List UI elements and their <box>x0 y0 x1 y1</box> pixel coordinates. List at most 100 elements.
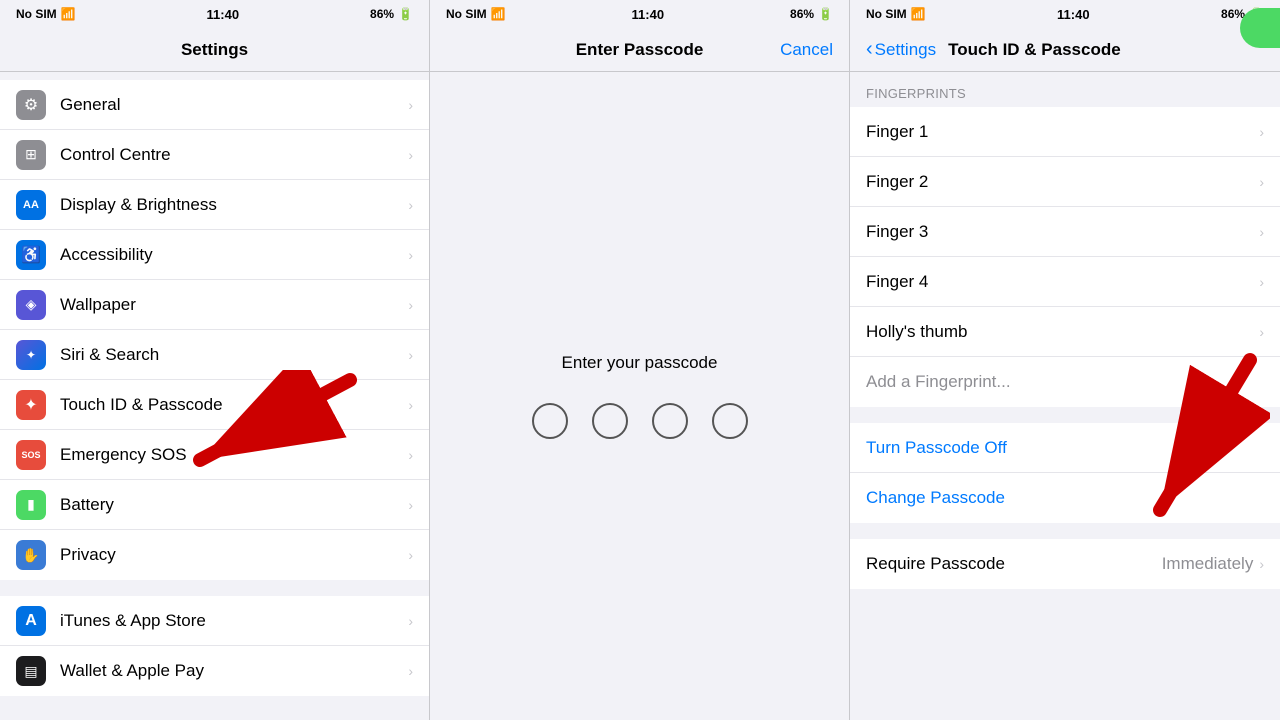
settings-item-accessibility[interactable]: ♿ Accessibility › <box>0 230 429 280</box>
display-label: Display & Brightness <box>60 195 408 215</box>
settings-item-itunes[interactable]: A iTunes & App Store › <box>0 596 429 646</box>
settings-item-sos[interactable]: SOS Emergency SOS › <box>0 430 429 480</box>
status-bar-p1: No SIM 📶 11:40 86% 🔋 <box>0 0 429 28</box>
passcode-dots-row <box>532 403 748 439</box>
settings-item-display[interactable]: AA Display & Brightness › <box>0 180 429 230</box>
settings-item-general[interactable]: ⚙ General › <box>0 80 429 130</box>
touchid-icon: ✦ <box>16 390 46 420</box>
passcode-prompt: Enter your passcode <box>562 353 718 373</box>
chevron-finger4: › <box>1259 274 1264 290</box>
panel3-content: FINGERPRINTS Finger 1 › Finger 2 › Finge… <box>850 72 1280 720</box>
chevron-accessibility: › <box>408 247 413 263</box>
turn-passcode-off-item[interactable]: Turn Passcode Off <box>850 423 1280 473</box>
finger4-label: Finger 4 <box>866 272 1259 292</box>
add-fingerprint-label: Add a Fingerprint... <box>866 372 1011 392</box>
fingerprints-header: FINGERPRINTS <box>850 72 1280 107</box>
status-right-p1: 86% 🔋 <box>370 7 413 21</box>
control-icon: ⊞ <box>16 140 46 170</box>
chevron-finger1: › <box>1259 124 1264 140</box>
green-circle <box>1240 8 1280 48</box>
finger1-label: Finger 1 <box>866 122 1259 142</box>
battery-icon-p2: 🔋 <box>818 7 833 21</box>
require-passcode-value: Immediately <box>1162 554 1254 574</box>
status-time-p3: 11:40 <box>1057 7 1090 22</box>
status-left-p1: No SIM 📶 <box>16 7 76 21</box>
status-time-p1: 11:40 <box>207 7 240 22</box>
list-item-finger3[interactable]: Finger 3 › <box>850 207 1280 257</box>
no-sim-text-p3: No SIM <box>866 7 907 21</box>
privacy-label: Privacy <box>60 545 408 565</box>
nav-bar-p1: Settings <box>0 28 429 72</box>
section-spacer-2 <box>850 523 1280 539</box>
settings-item-wallet[interactable]: ▤ Wallet & Apple Pay › <box>0 646 429 696</box>
settings-item-wallpaper[interactable]: ◈ Wallpaper › <box>0 280 429 330</box>
settings-panel: No SIM 📶 11:40 86% 🔋 Settings ⚙ General … <box>0 0 430 720</box>
status-time-p2: 11:40 <box>632 7 665 22</box>
list-item-add-fingerprint[interactable]: Add a Fingerprint... <box>850 357 1280 407</box>
settings-item-siri[interactable]: ✦ Siri & Search › <box>0 330 429 380</box>
change-passcode-item[interactable]: Change Passcode <box>850 473 1280 523</box>
itunes-icon: A <box>16 606 46 636</box>
status-left-p3: No SIM 📶 <box>866 7 926 21</box>
chevron-finger3: › <box>1259 224 1264 240</box>
fingerprints-list: Finger 1 › Finger 2 › Finger 3 › Finger … <box>850 107 1280 407</box>
itunes-label: iTunes & App Store <box>60 611 408 631</box>
settings-item-privacy[interactable]: ✋ Privacy › <box>0 530 429 580</box>
chevron-wallet: › <box>408 663 413 679</box>
chevron-holly: › <box>1259 324 1264 340</box>
settings-group-1: ⚙ General › ⊞ Control Centre › AA Displa… <box>0 80 429 580</box>
wifi-icon-p2: 📶 <box>491 7 506 21</box>
passcode-panel: No SIM 📶 11:40 86% 🔋 Enter Passcode Canc… <box>430 0 850 720</box>
settings-list: ⚙ General › ⊞ Control Centre › AA Displa… <box>0 72 429 720</box>
status-left-p2: No SIM 📶 <box>446 7 506 21</box>
list-item-finger1[interactable]: Finger 1 › <box>850 107 1280 157</box>
wifi-icon-p1: 📶 <box>61 7 76 21</box>
control-label: Control Centre <box>60 145 408 165</box>
passcode-dot-2 <box>592 403 628 439</box>
settings-title: Settings <box>181 40 248 60</box>
passcode-dot-3 <box>652 403 688 439</box>
chevron-siri: › <box>408 347 413 363</box>
chevron-wallpaper: › <box>408 297 413 313</box>
settings-item-touchid[interactable]: ✦ Touch ID & Passcode › <box>0 380 429 430</box>
finger2-label: Finger 2 <box>866 172 1259 192</box>
list-item-finger4[interactable]: Finger 4 › <box>850 257 1280 307</box>
no-sim-text-p2: No SIM <box>446 7 487 21</box>
back-button[interactable]: ‹ Settings <box>866 38 936 61</box>
passcode-title: Enter Passcode <box>576 40 704 60</box>
wallet-label: Wallet & Apple Pay <box>60 661 408 681</box>
holly-label: Holly's thumb <box>866 322 1259 342</box>
list-item-finger2[interactable]: Finger 2 › <box>850 157 1280 207</box>
settings-group-2: A iTunes & App Store › ▤ Wallet & Apple … <box>0 596 429 696</box>
finger3-label: Finger 3 <box>866 222 1259 242</box>
cancel-button[interactable]: Cancel <box>780 40 833 60</box>
status-right-p2: 86% 🔋 <box>790 7 833 21</box>
nav-bar-p3: ‹ Settings Touch ID & Passcode <box>850 28 1280 72</box>
accessibility-label: Accessibility <box>60 245 408 265</box>
wallpaper-icon: ◈ <box>16 290 46 320</box>
settings-item-battery[interactable]: ▮ Battery › <box>0 480 429 530</box>
display-icon: AA <box>16 190 46 220</box>
list-item-holly[interactable]: Holly's thumb › <box>850 307 1280 357</box>
chevron-itunes: › <box>408 613 413 629</box>
chevron-privacy: › <box>408 547 413 563</box>
passcode-actions-list: Turn Passcode Off Change Passcode <box>850 423 1280 523</box>
touchid-label: Touch ID & Passcode <box>60 395 408 415</box>
privacy-icon: ✋ <box>16 540 46 570</box>
touchid-panel: No SIM 📶 11:40 86% 🔋 ‹ Settings Touch ID… <box>850 0 1280 720</box>
battery-label: Battery <box>60 495 408 515</box>
siri-icon: ✦ <box>16 340 46 370</box>
no-sim-text-p1: No SIM <box>16 7 57 21</box>
passcode-body: Enter your passcode <box>430 72 849 720</box>
require-passcode-list: Require Passcode Immediately › <box>850 539 1280 589</box>
section-spacer-1 <box>850 407 1280 423</box>
require-passcode-label: Require Passcode <box>866 554 1162 574</box>
touchid-page-title: Touch ID & Passcode <box>948 40 1121 60</box>
wallpaper-label: Wallpaper <box>60 295 408 315</box>
require-passcode-item[interactable]: Require Passcode Immediately › <box>850 539 1280 589</box>
settings-item-control[interactable]: ⊞ Control Centre › <box>0 130 429 180</box>
chevron-battery: › <box>408 497 413 513</box>
general-label: General <box>60 95 408 115</box>
back-label: Settings <box>875 40 936 60</box>
chevron-control: › <box>408 147 413 163</box>
